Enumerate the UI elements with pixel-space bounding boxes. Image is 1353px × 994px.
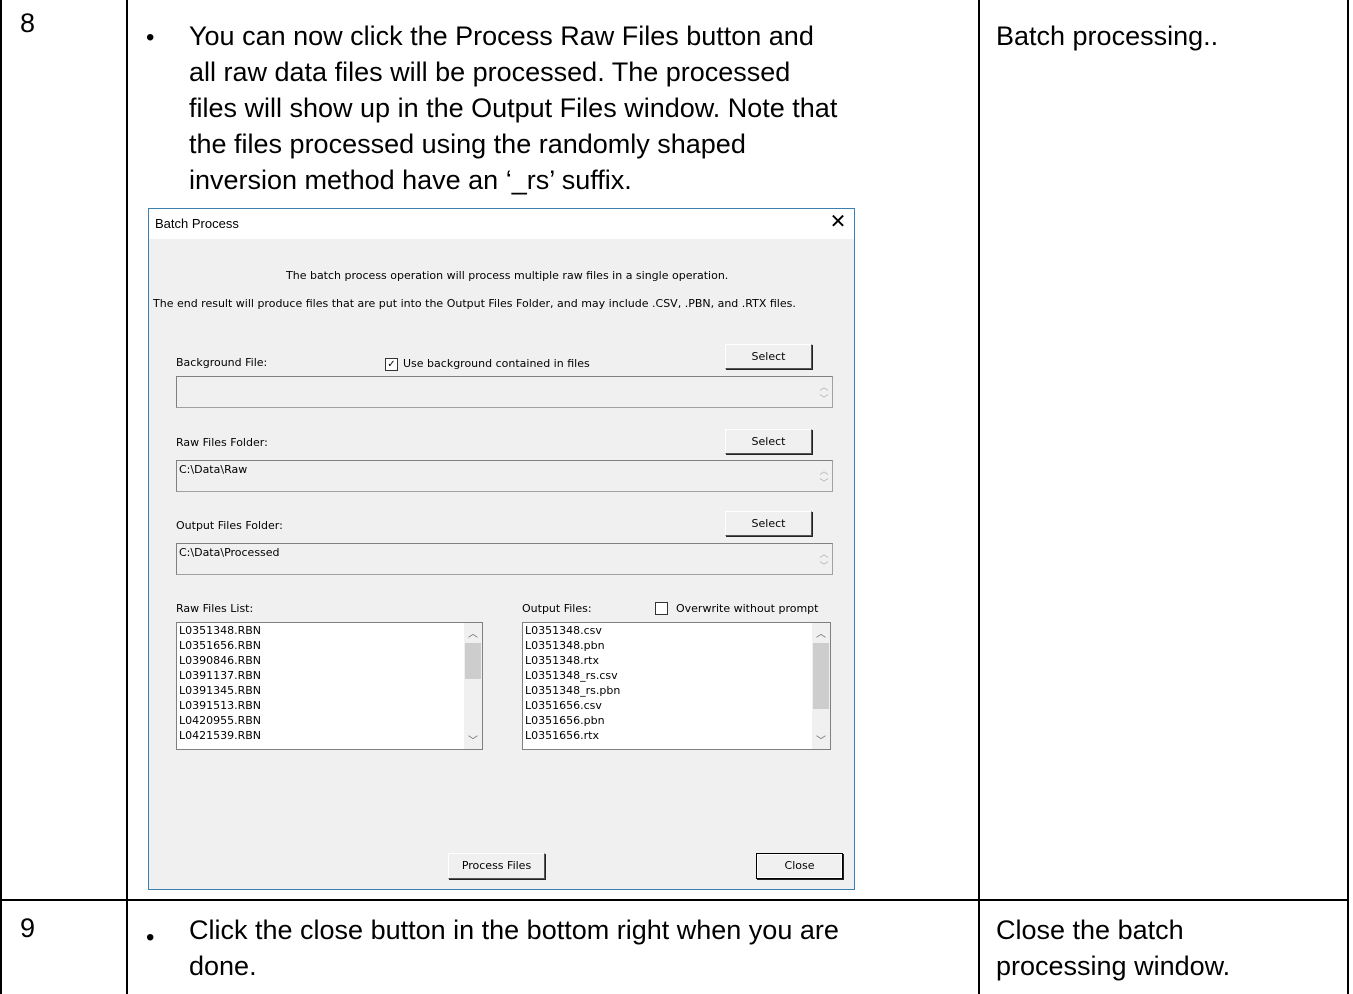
list-item[interactable]: L0351348_rs.csv [523, 668, 830, 683]
close-button[interactable]: Close [756, 853, 843, 879]
list-item[interactable]: L0351656.pbn [523, 713, 830, 728]
overwrite-checkbox[interactable] [655, 602, 668, 615]
field-scroll-icon: ︿ ﹀ [819, 549, 829, 571]
use-background-checkbox[interactable]: ✓ [385, 358, 398, 371]
select-background-button[interactable]: Select [725, 344, 812, 369]
select-output-folder-button[interactable]: Select [725, 511, 812, 536]
output-list-scrollbar[interactable]: ︿ ﹀ [812, 623, 830, 749]
table-border-left [0, 0, 2, 994]
list-item[interactable]: L0351348.rtx [523, 653, 830, 668]
row-divider [0, 899, 1349, 901]
select-raw-folder-button[interactable]: Select [725, 429, 812, 454]
chevron-down-icon[interactable]: ﹀ [812, 732, 830, 747]
step-number: 9 [20, 913, 36, 943]
scroll-thumb[interactable] [813, 643, 829, 709]
dialog-title: Batch Process [155, 216, 239, 231]
raw-files-list-label: Raw Files List: [176, 602, 254, 615]
list-item[interactable]: L0351348.RBN [177, 623, 482, 638]
raw-files-list[interactable]: L0351348.RBN L0351656.RBN L0390846.RBN L… [176, 622, 483, 750]
scroll-thumb[interactable] [465, 643, 481, 679]
raw-list-scrollbar[interactable]: ︿ ﹀ [464, 623, 482, 749]
output-files-list[interactable]: L0351348.csv L0351348.pbn L0351348.rtx L… [522, 622, 831, 750]
list-items: L0351348.csv L0351348.pbn L0351348.rtx L… [523, 623, 830, 743]
background-file-label: Background File: [176, 356, 268, 369]
list-item[interactable]: L0420955.RBN [177, 713, 482, 728]
overwrite-label: Overwrite without prompt [676, 602, 819, 615]
output-folder-field[interactable]: C:\Data\Processed ︿ ﹀ [176, 543, 833, 575]
list-items: L0351348.RBN L0351656.RBN L0390846.RBN L… [177, 623, 482, 743]
raw-folder-field[interactable]: C:\Data\Raw ︿ ﹀ [176, 460, 833, 492]
table-divider-2 [978, 0, 980, 994]
chevron-down-icon[interactable]: ﹀ [464, 732, 482, 747]
dialog-titlebar: Batch Process ✕ [149, 209, 854, 239]
chevron-up-icon[interactable]: ︿ [812, 625, 830, 640]
list-item[interactable]: L0351656.csv [523, 698, 830, 713]
list-item[interactable]: L0391137.RBN [177, 668, 482, 683]
background-file-field[interactable]: ︿ ﹀ [176, 376, 833, 408]
batch-process-dialog: Batch Process ✕ The batch process operat… [148, 208, 855, 890]
list-item[interactable]: L0351348.pbn [523, 638, 830, 653]
raw-folder-label: Raw Files Folder: [176, 436, 268, 449]
step-number: 8 [20, 8, 36, 38]
table-border-right [1347, 0, 1349, 994]
output-files-label: Output Files: [522, 602, 592, 615]
process-files-button[interactable]: Process Files [448, 853, 545, 879]
list-item[interactable]: L0421539.RBN [177, 728, 482, 743]
list-item[interactable]: L0351656.rtx [523, 728, 830, 743]
list-item[interactable]: L0351348.csv [523, 623, 830, 638]
field-scroll-icon: ︿ ﹀ [819, 382, 829, 404]
bullet: • [146, 24, 155, 51]
bullet: • [146, 924, 155, 951]
use-background-label: Use background contained in files [403, 357, 590, 370]
list-item[interactable]: L0391513.RBN [177, 698, 482, 713]
list-item[interactable]: L0351348_rs.pbn [523, 683, 830, 698]
list-item[interactable]: L0351656.RBN [177, 638, 482, 653]
chevron-up-icon[interactable]: ︿ [464, 625, 482, 640]
step-note: Batch processing.. [996, 21, 1219, 51]
list-item[interactable]: L0390846.RBN [177, 653, 482, 668]
field-scroll-icon: ︿ ﹀ [819, 466, 829, 488]
list-item[interactable]: L0391345.RBN [177, 683, 482, 698]
close-icon[interactable]: ✕ [826, 212, 850, 232]
intro-line-2: The end result will produce files that a… [153, 297, 796, 310]
intro-line-1: The batch process operation will process… [286, 269, 729, 282]
table-divider-1 [126, 0, 128, 994]
output-folder-label: Output Files Folder: [176, 519, 283, 532]
